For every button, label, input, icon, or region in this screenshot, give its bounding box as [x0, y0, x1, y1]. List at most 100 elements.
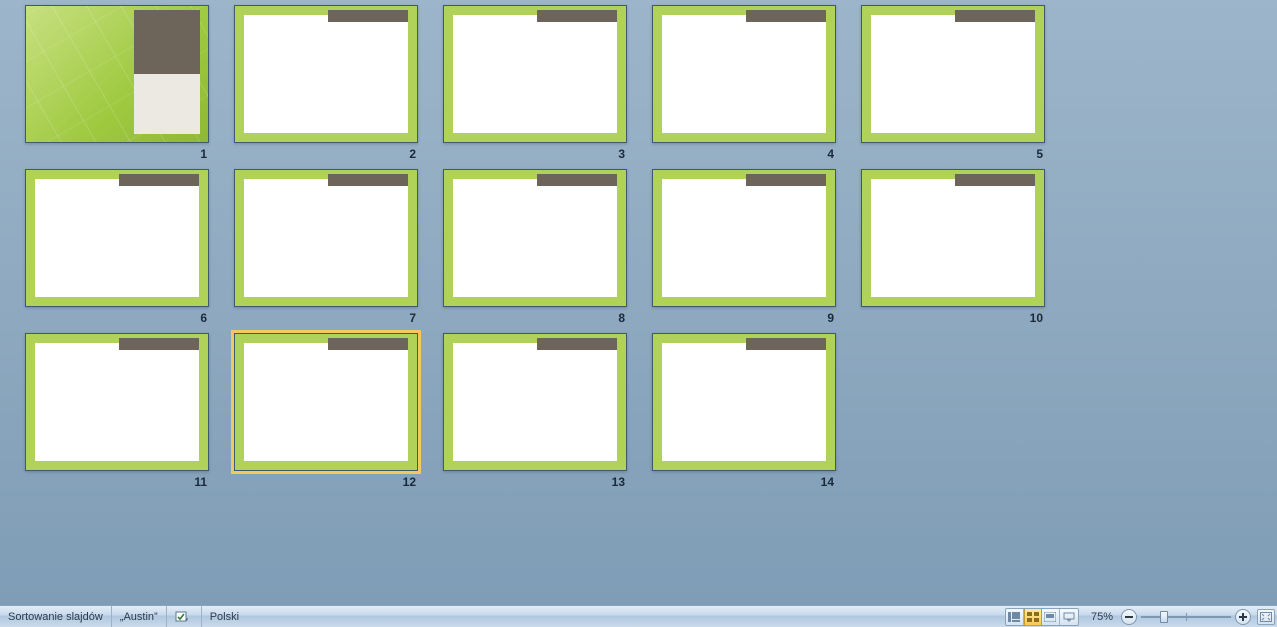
- slide-number-label: 11: [49, 471, 233, 489]
- slide-cell: 6: [25, 169, 233, 325]
- zoom-out-button[interactable]: [1121, 609, 1137, 625]
- slide-cell: 7: [234, 169, 442, 325]
- status-language[interactable]: Polski: [202, 606, 247, 627]
- slide-title-placeholder: [537, 10, 617, 22]
- view-slide-sorter-button[interactable]: [1024, 608, 1042, 626]
- slide-title-placeholder: [119, 338, 199, 350]
- slide-content-area: [35, 179, 199, 297]
- view-reading-button[interactable]: [1042, 609, 1060, 625]
- slide-thumbnail[interactable]: [652, 169, 836, 307]
- zoom-in-button[interactable]: [1235, 609, 1251, 625]
- status-right-group: 75%: [1005, 606, 1277, 627]
- slide-grid: 1234567891011121314: [25, 5, 1262, 497]
- slide-content-area: [453, 179, 617, 297]
- slide-thumbnail[interactable]: [861, 5, 1045, 143]
- minus-icon: [1125, 613, 1133, 621]
- slide-title-placeholder: [328, 174, 408, 186]
- slide-cell: 8: [443, 169, 651, 325]
- slide-thumbnail[interactable]: [652, 333, 836, 471]
- slide-content-area: [662, 343, 826, 461]
- fit-to-window-icon: [1260, 612, 1272, 622]
- slide-number-label: 1: [49, 143, 233, 161]
- slide-thumbnail[interactable]: [443, 169, 627, 307]
- slide-number-label: 12: [258, 471, 442, 489]
- status-spellcheck[interactable]: [167, 606, 202, 627]
- slide-number-label: 2: [258, 143, 442, 161]
- slide-title-placeholder: [119, 174, 199, 186]
- view-slideshow-button[interactable]: [1060, 609, 1078, 625]
- zoom-slider[interactable]: [1141, 609, 1231, 625]
- slide-cell: 5: [861, 5, 1069, 161]
- view-reading-icon: [1044, 612, 1056, 622]
- status-view-mode[interactable]: Sortowanie slajdów: [0, 606, 112, 627]
- slide-cell: 1: [25, 5, 233, 161]
- slide-thumbnail[interactable]: [861, 169, 1045, 307]
- slide-cell: 13: [443, 333, 651, 489]
- spellcheck-icon: [175, 610, 189, 624]
- slide-thumbnail[interactable]: [25, 5, 209, 143]
- slide-thumbnail[interactable]: [443, 5, 627, 143]
- slide-title-placeholder: [746, 174, 826, 186]
- slide-thumbnail[interactable]: [25, 333, 209, 471]
- slide-cell: 4: [652, 5, 860, 161]
- zoom-fit-button[interactable]: [1257, 609, 1275, 625]
- slide-content-area: [662, 15, 826, 133]
- slide-number-label: 7: [258, 307, 442, 325]
- slide-title-placeholder: [955, 10, 1035, 22]
- slide-thumbnail[interactable]: [652, 5, 836, 143]
- slide-cell: 11: [25, 333, 233, 489]
- status-language-label: Polski: [210, 611, 239, 623]
- slide-content-area: [871, 15, 1035, 133]
- zoom-slider-handle[interactable]: [1160, 611, 1168, 623]
- status-theme-label: „Austin”: [120, 611, 158, 623]
- slide-cell: 3: [443, 5, 651, 161]
- slide-title-placeholder: [537, 174, 617, 186]
- slide-number-label: 3: [467, 143, 651, 161]
- slide-cell: 2: [234, 5, 442, 161]
- slide-title-placeholder: [746, 338, 826, 350]
- status-left-group: Sortowanie slajdów „Austin” Polski: [0, 606, 247, 627]
- slide-content-area: [453, 343, 617, 461]
- slide-thumbnail[interactable]: [234, 5, 418, 143]
- slide-number-label: 8: [467, 307, 651, 325]
- title-slide-dark-panel: [134, 10, 200, 74]
- zoom-slider-center-tick: [1186, 613, 1187, 621]
- slide-cell: 9: [652, 169, 860, 325]
- slide-title-placeholder: [328, 338, 408, 350]
- slide-number-label: 9: [676, 307, 860, 325]
- slide-thumbnail[interactable]: [234, 169, 418, 307]
- title-slide-light-panel: [134, 74, 200, 134]
- zoom-percentage-label[interactable]: 75%: [1085, 611, 1119, 623]
- slide-number-label: 6: [49, 307, 233, 325]
- slide-thumbnail[interactable]: [25, 169, 209, 307]
- slide-number-label: 13: [467, 471, 651, 489]
- view-normal-button[interactable]: [1006, 609, 1024, 625]
- slide-cell: 10: [861, 169, 1069, 325]
- slide-content-area: [244, 343, 408, 461]
- slide-content-area: [453, 15, 617, 133]
- slide-content-area: [244, 15, 408, 133]
- slide-content-area: [244, 179, 408, 297]
- slide-cell: 14: [652, 333, 860, 489]
- view-normal-icon: [1008, 612, 1020, 622]
- status-theme[interactable]: „Austin”: [112, 606, 167, 627]
- slide-title-placeholder: [537, 338, 617, 350]
- slide-title-placeholder: [746, 10, 826, 22]
- slide-number-label: 10: [885, 307, 1069, 325]
- status-view-mode-label: Sortowanie slajdów: [8, 611, 103, 623]
- view-sorter-icon: [1027, 612, 1039, 622]
- slide-number-label: 4: [676, 143, 860, 161]
- slide-number-label: 5: [885, 143, 1069, 161]
- status-bar: Sortowanie slajdów „Austin” Polski: [0, 605, 1277, 627]
- view-slideshow-icon: [1063, 612, 1075, 622]
- slide-thumbnail[interactable]: [234, 333, 418, 471]
- slide-content-area: [35, 343, 199, 461]
- view-switcher: [1005, 608, 1079, 626]
- plus-icon: [1239, 613, 1247, 621]
- slide-content-area: [871, 179, 1035, 297]
- slide-sorter-pane[interactable]: 1234567891011121314: [0, 0, 1277, 605]
- slide-content-area: [662, 179, 826, 297]
- slide-thumbnail[interactable]: [443, 333, 627, 471]
- slide-title-placeholder: [328, 10, 408, 22]
- slide-number-label: 14: [676, 471, 860, 489]
